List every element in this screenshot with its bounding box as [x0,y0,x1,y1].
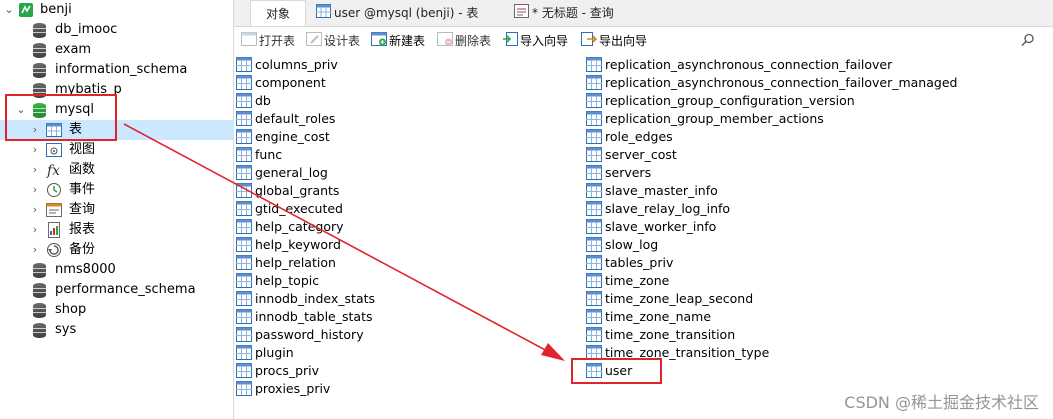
watermark: CSDN @稀土掘金技术社区 [844,393,1039,412]
annotation-arrow [123,123,565,361]
